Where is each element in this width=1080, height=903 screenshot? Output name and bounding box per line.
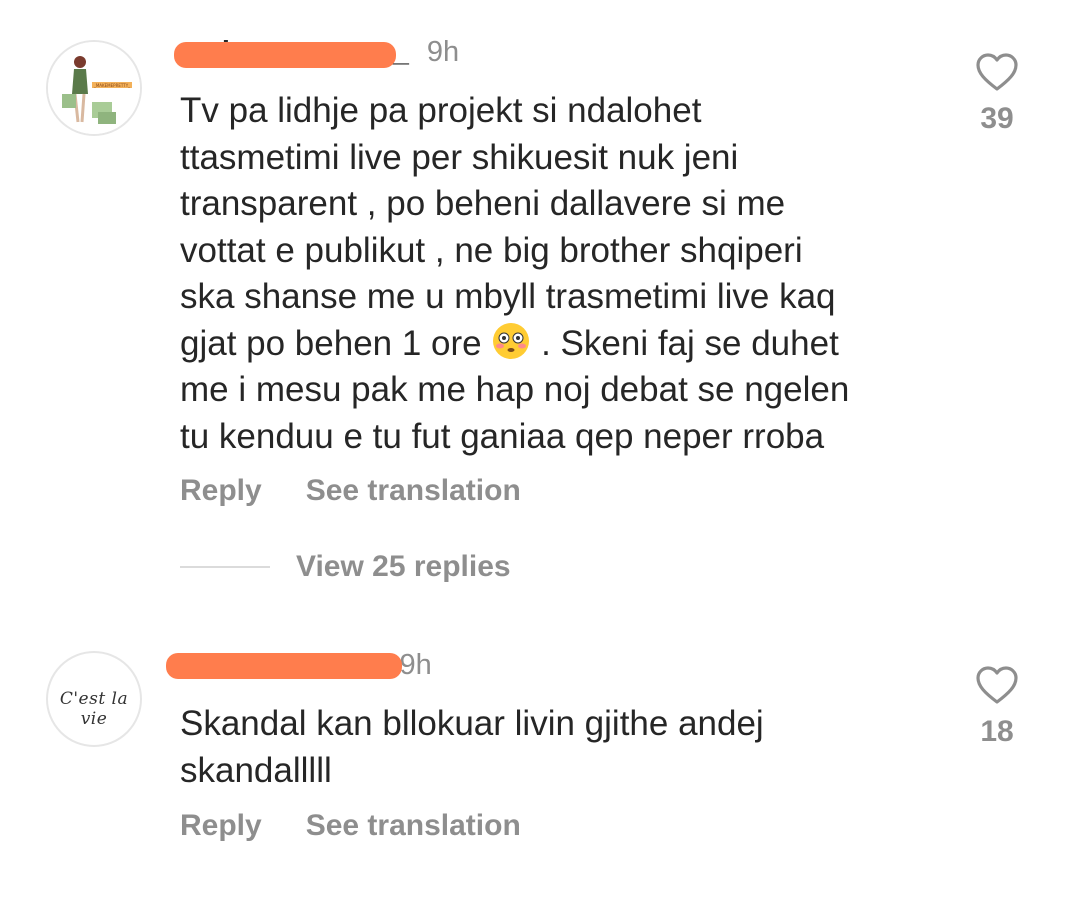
avatar-label: C'est la vie [59,689,129,729]
avatar-illustration: _MAKEMEPRETTY_ [48,42,140,134]
heart-outline-icon[interactable] [975,52,1019,92]
comment-line: vottat e publikut , ne big brother shqip… [180,230,803,270]
comment-line: ttasmetimi live per shikuesit nuk jeni [180,137,739,177]
username[interactable]: cestlavieandra [166,645,402,685]
view-replies-button[interactable]: View 25 replies [296,550,511,584]
like-count: 39 [980,102,1014,135]
redaction-overlay [166,653,402,679]
comment-text: Tv pa lidhje pa projekt si ndalohet ttas… [180,88,940,460]
avatar-label: _MAKEMEPRETTY_ [93,83,131,88]
like-control: 18 [960,665,1034,749]
comment-line: . Skeni faj se duhet [541,323,839,363]
username[interactable]: makemepretty__ [174,32,409,72]
comment-line: Tv pa lidhje pa projekt si ndalohet [180,91,702,130]
like-control: 39 [960,52,1034,136]
comment-meta: cestlavieandra 9h [166,645,432,685]
replies-divider [180,566,270,568]
avatar[interactable]: _MAKEMEPRETTY_ [46,40,142,136]
redaction-overlay [174,42,396,68]
comment-line: Skandal kan bllokuar livin gjithe andej [180,704,764,743]
comment-line: tu kenduu e tu fut ganiaa qep neper rrob… [180,416,825,456]
see-translation-button[interactable]: See translation [306,809,521,843]
comment-actions: Reply See translation [180,474,521,508]
see-translation-button[interactable]: See translation [306,474,521,508]
comment-line: gjat po behen 1 ore [180,323,482,363]
avatar[interactable]: C'est la vie [46,651,142,747]
heart-outline-icon[interactable] [975,665,1019,705]
comments-screen: _MAKEMEPRETTY_ makemepretty__ 9h Tv pa l… [0,0,1080,903]
comment-line: me i mesu pak me hap noj debat se ngelen [180,370,850,409]
comment-actions: Reply See translation [180,809,521,843]
comment-text: Skandal kan bllokuar livin gjithe andej … [180,701,940,794]
timestamp: 9h [426,36,460,68]
comment-meta: makemepretty__ 9h [174,32,460,72]
timestamp: 9h [399,649,432,681]
comment-line: ska shanse me u mbyll trasmetimi live ka… [180,277,836,316]
flushed-face-emoji [493,322,530,359]
reply-button[interactable]: Reply [180,809,262,843]
view-replies-row[interactable]: View 25 replies [180,550,511,584]
comment-line: skandalllll [180,750,332,790]
reply-button[interactable]: Reply [180,474,262,508]
like-count: 18 [980,715,1014,748]
comment-line: transparent , po beheni dallavere si me [180,184,786,223]
